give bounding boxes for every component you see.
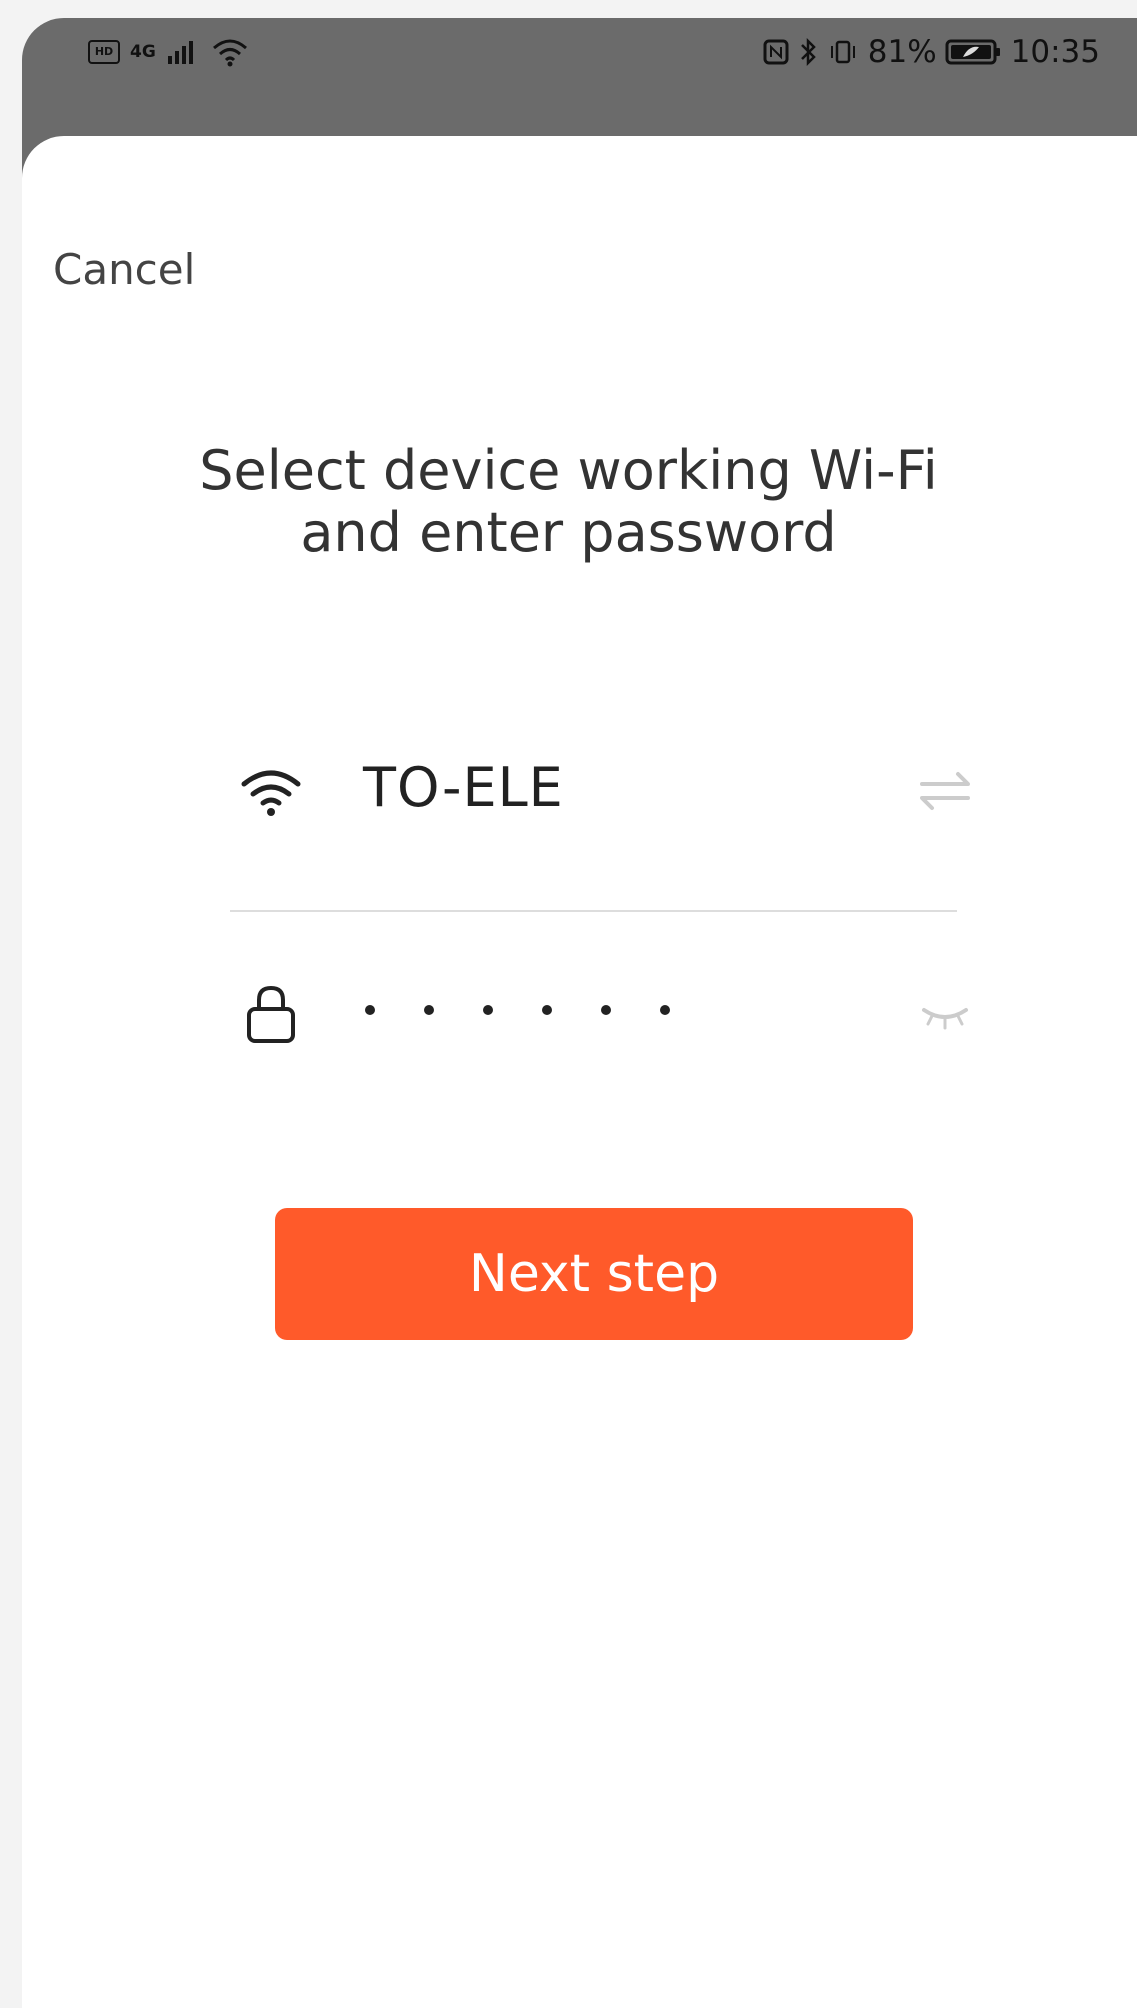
password-dot — [424, 1005, 434, 1015]
wifi-icon — [212, 39, 247, 67]
status-time: 10:35 — [1010, 34, 1100, 70]
password-dot — [483, 1005, 493, 1015]
status-left-icons: HD 4G — [88, 36, 250, 68]
network-label: 4G — [130, 41, 156, 62]
status-bar: HD 4G 81% 10:35 — [22, 18, 1137, 138]
page-title-line-1: Select device working Wi-Fi — [199, 439, 938, 502]
password-dot — [660, 1005, 670, 1015]
next-step-button[interactable]: Next step — [275, 1208, 913, 1340]
battery-percent: 81% — [867, 34, 937, 70]
nfc-icon — [763, 39, 789, 65]
page-title: Select device working Wi-Fi and enter pa… — [0, 440, 1137, 564]
bluetooth-icon — [800, 37, 816, 67]
eye-closed-icon[interactable] — [910, 988, 980, 1038]
password-field[interactable] — [365, 960, 670, 1060]
wifi-icon — [241, 770, 301, 816]
password-dot — [365, 1005, 375, 1015]
signal-icon — [167, 41, 193, 64]
hd-icon: HD — [88, 40, 120, 64]
wifi-setup-sheet — [22, 136, 1137, 2008]
wifi-ssid: TO-ELE — [363, 756, 564, 819]
status-right-icons: 81% 10:35 — [762, 34, 1100, 70]
battery-icon — [945, 39, 1000, 65]
page-title-line-2: and enter password — [300, 501, 837, 564]
password-dot — [601, 1005, 611, 1015]
switch-network-icon[interactable] — [910, 766, 980, 816]
password-row[interactable] — [230, 960, 980, 1060]
vibrate-icon — [830, 40, 855, 64]
lock-icon — [247, 985, 295, 1043]
row-divider — [230, 910, 957, 912]
password-dot — [542, 1005, 552, 1015]
cancel-button[interactable]: Cancel — [53, 245, 195, 294]
wifi-network-row[interactable]: TO-ELE — [230, 738, 980, 838]
